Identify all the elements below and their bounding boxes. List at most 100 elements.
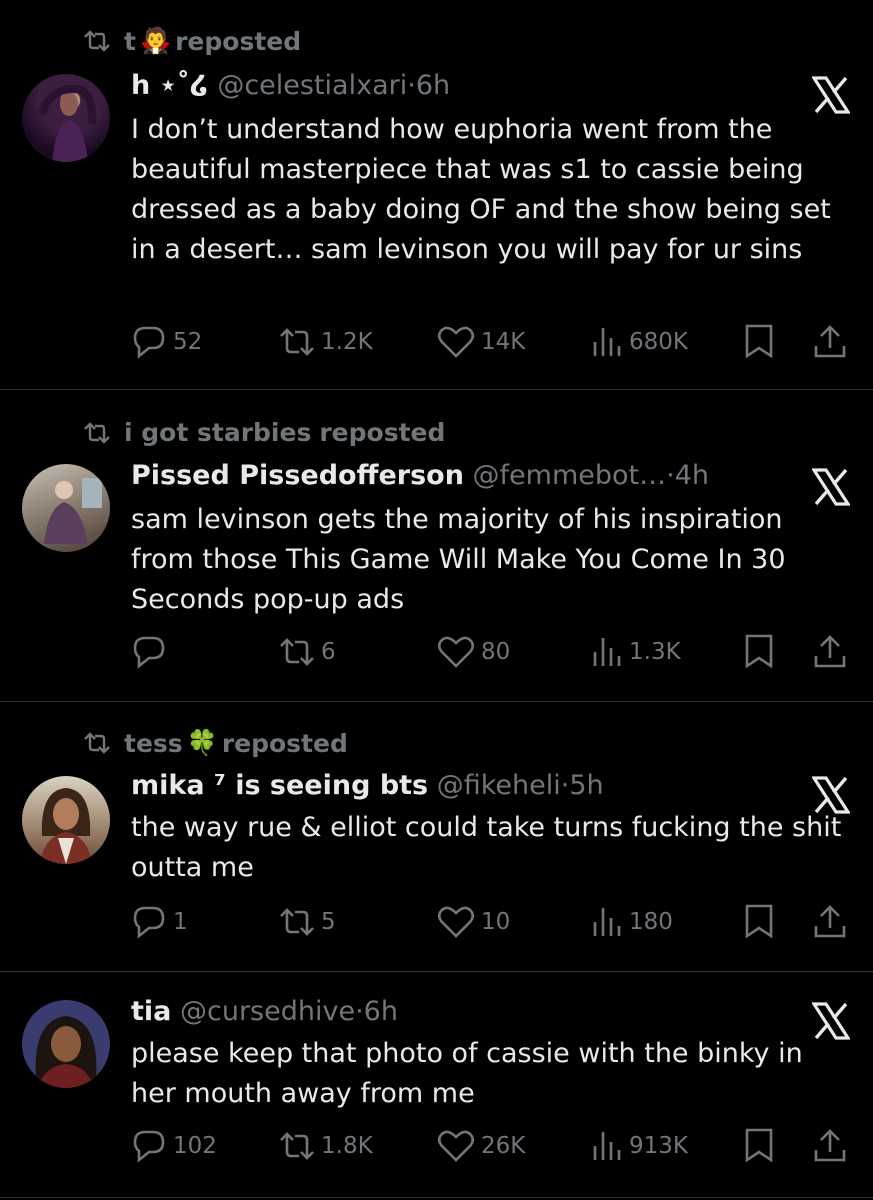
share-button[interactable] [813, 324, 847, 360]
repost-count: 1.8K [321, 1133, 373, 1159]
views-icon [593, 908, 621, 936]
views-icon [593, 1132, 621, 1160]
handle[interactable]: @fikeheli [437, 770, 561, 801]
share-button[interactable] [813, 1128, 847, 1164]
views-button[interactable]: 180 [591, 904, 673, 940]
repost-label: reposted [175, 26, 302, 56]
like-button[interactable]: 26K [437, 1128, 525, 1164]
handle[interactable]: @femmebot… [473, 460, 667, 491]
like-button[interactable]: 10 [437, 904, 510, 940]
views-count: 913K [629, 1133, 688, 1159]
repost-button[interactable]: 1.2K [279, 324, 373, 360]
repost-icon [280, 908, 314, 936]
tweet-header: tia @cursedhive·6h [131, 996, 398, 1027]
bookmark-button[interactable] [743, 634, 775, 670]
tweet-4[interactable]: tia @cursedhive·6h please keep that phot… [0, 972, 873, 1198]
reply-button[interactable]: 52 [131, 324, 202, 360]
views-button[interactable]: 1.3K [591, 634, 681, 670]
repost-indicator: i got starbies reposted [82, 418, 445, 447]
share-icon [814, 325, 846, 358]
timestamp[interactable]: 6h [364, 996, 398, 1027]
views-icon [593, 638, 621, 666]
repost-icon [280, 328, 314, 356]
repost-user[interactable]: i got starbies [124, 418, 311, 447]
bookmark-button[interactable] [743, 904, 775, 940]
display-name[interactable]: tia [131, 996, 171, 1027]
action-bar: 6 80 1.3K [131, 634, 851, 670]
views-button[interactable]: 680K [591, 324, 688, 360]
like-count: 80 [481, 639, 511, 665]
repost-icon [84, 421, 110, 444]
avatar[interactable] [22, 776, 110, 864]
separator: · [355, 996, 364, 1027]
action-bar: 102 1.8K 26K 913K [131, 1128, 851, 1164]
share-button[interactable] [813, 634, 847, 670]
repost-count: 1.2K [321, 329, 373, 355]
share-icon [814, 905, 846, 938]
heart-icon [437, 1130, 475, 1162]
tweet-header: h ⋆˚໒ @celestialxari·6h [131, 70, 450, 101]
bookmark-icon [745, 1128, 773, 1163]
timestamp[interactable]: 4h [675, 460, 709, 491]
views-button[interactable]: 913K [591, 1128, 688, 1164]
views-count: 1.3K [629, 639, 681, 665]
repost-button[interactable]: 5 [279, 904, 336, 940]
repost-icon [280, 1132, 314, 1160]
bookmark-button[interactable] [743, 324, 775, 360]
separator: · [666, 460, 675, 491]
avatar[interactable] [22, 464, 110, 552]
bookmark-icon [745, 904, 773, 939]
display-name[interactable]: h ⋆˚໒ [131, 70, 209, 101]
tweet-2[interactable]: i got starbies reposted Pissed Pissedoff… [0, 390, 873, 702]
views-icon [593, 328, 621, 356]
handle[interactable]: @cursedhive [180, 996, 355, 1027]
display-name[interactable]: mika ⁷ is seeing bts [131, 770, 428, 801]
bookmark-icon [745, 634, 773, 669]
tweet-text: sam levinson gets the majority of his in… [131, 504, 786, 615]
avatar[interactable] [22, 74, 110, 162]
x-logo-icon [812, 76, 850, 114]
action-bar: 52 1.2K 14K 680K [131, 324, 851, 360]
timestamp[interactable]: 6h [416, 70, 450, 101]
share-button[interactable] [813, 904, 847, 940]
repost-user[interactable]: tess [124, 729, 183, 758]
like-button[interactable]: 14K [437, 324, 525, 360]
reply-button[interactable] [131, 634, 173, 670]
reply-button[interactable]: 102 [131, 1128, 217, 1164]
timestamp[interactable]: 5h [569, 770, 603, 801]
repost-icon [280, 638, 314, 666]
heart-icon [437, 636, 475, 668]
views-count: 180 [629, 909, 673, 935]
bookmark-button[interactable] [743, 1128, 775, 1164]
tweet-1[interactable]: t 🧛 reposted h ⋆˚໒ @celestialxari·6h I d… [0, 0, 873, 390]
repost-emoji: 🧛 [139, 26, 172, 55]
tweet-text: please keep that photo of cassie with th… [131, 1038, 803, 1109]
reply-icon [133, 636, 165, 669]
repost-indicator: t 🧛 reposted [82, 26, 301, 56]
views-count: 680K [629, 329, 688, 355]
display-name[interactable]: Pissed Pissedofferson [131, 460, 464, 491]
reply-button[interactable]: 1 [131, 904, 188, 940]
handle[interactable]: @celestialxari [217, 70, 407, 101]
repost-count: 5 [321, 909, 336, 935]
reply-icon [133, 326, 165, 359]
repost-indicator: tess 🍀 reposted [82, 728, 348, 758]
repost-emoji: 🍀 [186, 728, 218, 757]
reply-count: 52 [173, 329, 203, 355]
repost-icon [84, 30, 110, 52]
repost-button[interactable]: 1.8K [279, 1128, 373, 1164]
tweet-header: mika ⁷ is seeing bts @fikeheli·5h [131, 770, 604, 801]
repost-count: 6 [321, 639, 336, 665]
avatar[interactable] [22, 1000, 110, 1088]
like-button[interactable]: 80 [437, 634, 510, 670]
repost-label: reposted [319, 418, 446, 447]
repost-icon [84, 732, 110, 754]
action-bar: 1 5 10 180 [131, 904, 851, 940]
reply-icon [133, 906, 165, 939]
like-count: 14K [481, 329, 526, 355]
tweet-3[interactable]: tess 🍀 reposted mika ⁷ is seeing bts @fi… [0, 702, 873, 972]
repost-label: reposted [221, 728, 348, 758]
repost-user[interactable]: t [124, 27, 136, 56]
repost-button[interactable]: 6 [279, 634, 336, 670]
tweet-text: I don’t understand how euphoria went fro… [131, 114, 831, 265]
